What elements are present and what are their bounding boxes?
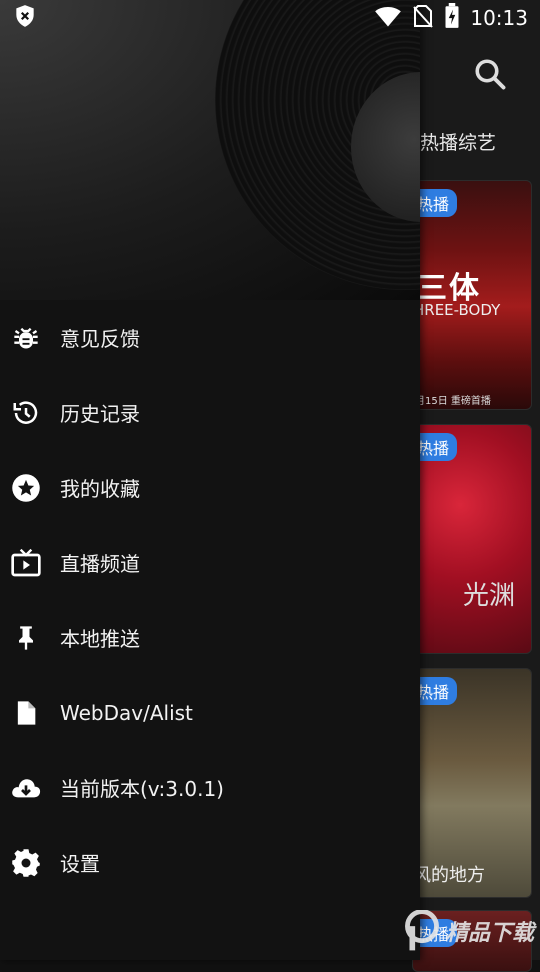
menu-item-local-push[interactable]: 本地推送 [0, 600, 420, 675]
site-watermark: 精品下载 [402, 910, 534, 952]
drawer-menu: 意见反馈 历史记录 我的收藏 直播频道 本地推送 WebDav/Alist 当前… [0, 300, 420, 900]
menu-item-live-channels[interactable]: 直播频道 [0, 525, 420, 600]
menu-label: 本地推送 [60, 627, 140, 651]
star-icon [10, 472, 42, 504]
wifi-icon [374, 4, 402, 32]
poster-title: 风的地方 [413, 865, 485, 886]
pin-icon [10, 622, 42, 654]
no-sim-icon [412, 4, 434, 32]
background-app: 热播综艺 热播 三体 HREE-BODY 月15日 重磅首播 热播 光渊 热播 … [412, 0, 540, 972]
menu-item-history[interactable]: 历史记录 [0, 375, 420, 450]
menu-item-feedback[interactable]: 意见反馈 [0, 300, 420, 375]
status-time: 10:13 [470, 6, 528, 30]
bug-icon [10, 322, 42, 354]
settings-icon [10, 847, 42, 879]
poster-date-text: 月15日 重磅首播 [415, 396, 491, 407]
drawer-header-vinyl-image [0, 0, 420, 300]
live-tv-icon [10, 547, 42, 579]
menu-item-favorites[interactable]: 我的收藏 [0, 450, 420, 525]
tab-hot-variety[interactable]: 热播综艺 [420, 128, 496, 155]
poster-card[interactable]: 热播 风的地方 [412, 668, 532, 898]
navigation-drawer: 意见反馈 历史记录 我的收藏 直播频道 本地推送 WebDav/Alist 当前… [0, 0, 420, 960]
menu-item-version[interactable]: 当前版本(v:3.0.1) [0, 750, 420, 825]
poster-card[interactable]: 热播 光渊 [412, 424, 532, 654]
menu-item-settings[interactable]: 设置 [0, 825, 420, 900]
battery-charging-icon [444, 3, 460, 33]
history-icon [10, 397, 42, 429]
file-icon [10, 697, 42, 729]
status-bar: 10:13 [0, 0, 540, 36]
poster-card[interactable]: 热播 三体 HREE-BODY 月15日 重磅首播 [412, 180, 532, 410]
poster-subtitle-art: HREE-BODY [413, 301, 501, 319]
menu-label: 历史记录 [60, 402, 140, 426]
menu-label: 意见反馈 [60, 327, 140, 351]
poster-calligraphy-title: 光渊 [463, 581, 516, 611]
menu-label: 当前版本(v:3.0.1) [60, 777, 224, 801]
watermark-text: 精品下载 [445, 921, 534, 946]
watermark-logo-icon [405, 910, 439, 951]
shield-x-icon [12, 3, 38, 33]
cloud-download-icon [10, 772, 42, 804]
menu-item-webdav-alist[interactable]: WebDav/Alist [0, 675, 420, 750]
menu-label: 我的收藏 [60, 477, 140, 501]
search-icon[interactable] [472, 56, 508, 92]
menu-label: WebDav/Alist [60, 700, 193, 725]
menu-label: 设置 [60, 852, 100, 876]
menu-label: 直播频道 [60, 552, 140, 576]
